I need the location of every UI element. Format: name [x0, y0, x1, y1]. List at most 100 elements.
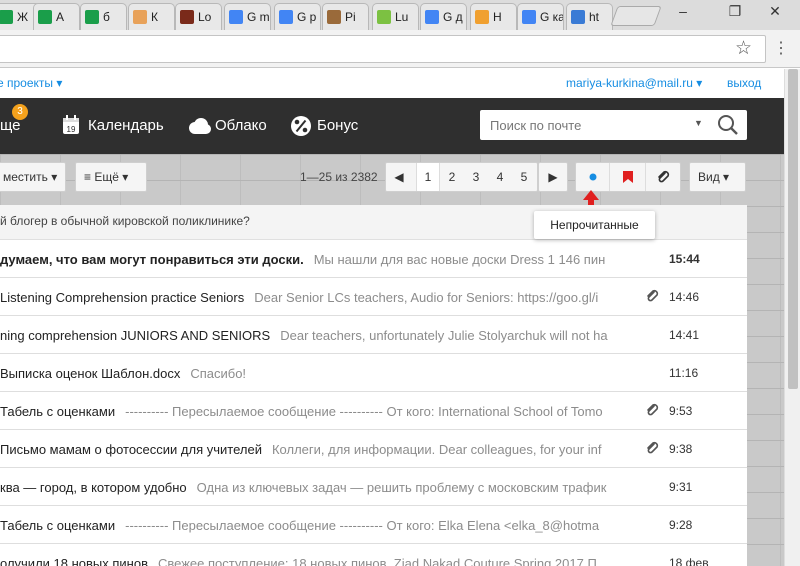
- browser-tab[interactable]: Pi: [322, 3, 369, 30]
- page-5[interactable]: 5: [512, 163, 536, 191]
- cloud-icon: [189, 118, 211, 134]
- nav-cloud-label: Облако: [215, 117, 267, 134]
- page-scrollbar[interactable]: [784, 69, 800, 566]
- google-icon: [425, 10, 439, 24]
- calendar-icon: 19: [63, 115, 79, 134]
- search-icon[interactable]: [716, 114, 740, 136]
- browser-tab[interactable]: G ка: [517, 3, 564, 30]
- message-time: 14:41: [669, 328, 700, 342]
- browser-tab[interactable]: G m: [224, 3, 271, 30]
- message-row[interactable]: Выписка оценок Шаблон.docx Спасибо! 11:16: [0, 354, 747, 392]
- view-button[interactable]: Вид ▾: [689, 162, 746, 192]
- browser-tab-label: G д: [443, 10, 463, 24]
- image-icon: [327, 10, 341, 24]
- nav-cloud[interactable]: Облако: [187, 116, 267, 136]
- message-subject: Табель с оценками: [0, 404, 116, 419]
- unread-filter-button[interactable]: [576, 163, 610, 191]
- browser-tab[interactable]: б: [80, 3, 127, 30]
- url-input[interactable]: ☆: [0, 35, 766, 63]
- browser-tab[interactable]: А: [33, 3, 80, 30]
- browser-tab-label: G p: [297, 10, 317, 24]
- address-bar: ☆ ⋮: [0, 30, 800, 68]
- flagged-filter-button[interactable]: [610, 163, 646, 191]
- message-subject: олучили 18 новых пинов: [0, 556, 148, 566]
- pagination-info: 1—25 из 2382: [300, 170, 378, 184]
- message-time: 9:28: [669, 518, 693, 532]
- message-preview: Табель с оценками ---------- Пересылаемое…: [0, 518, 624, 533]
- close-window-button[interactable]: ✕: [762, 2, 788, 22]
- logout-link[interactable]: выход: [727, 76, 761, 90]
- browser-tab-label: Lu: [395, 10, 409, 24]
- google-icon: [279, 10, 293, 24]
- browser-tab[interactable]: Lo: [175, 3, 222, 30]
- google-icon: [229, 10, 243, 24]
- message-snippet: ---------- Пересылаемое сообщение ------…: [125, 518, 600, 533]
- message-preview: Выписка оценок Шаблон.docx Спасибо!: [0, 366, 624, 381]
- browser-tab-label: ht: [589, 10, 600, 24]
- page-2[interactable]: 2: [440, 163, 464, 191]
- notification-badge: 3: [12, 104, 28, 120]
- nav-calendar[interactable]: 19 Календарь: [62, 115, 164, 136]
- prev-page-icon[interactable]: ◀: [386, 163, 412, 191]
- message-row[interactable]: Listening Comprehension practice Seniors…: [0, 278, 747, 316]
- browser-tab-label: К: [151, 10, 158, 24]
- browser-tab[interactable]: К: [128, 3, 175, 30]
- more-actions-button[interactable]: ≡ Ещё ▾: [75, 162, 147, 192]
- message-subject: ning comprehension JUNIORS AND SENIORS: [0, 328, 271, 343]
- message-row[interactable]: ква — город, в котором удобно Одна из клю…: [0, 468, 747, 506]
- mail-header: ще 3 19 Календарь Облако Бонус Поиск по …: [0, 98, 784, 154]
- attachment-filter-button[interactable]: [646, 163, 680, 191]
- browser-tab-label: б: [103, 10, 110, 24]
- message-row[interactable]: ning comprehension JUNIORS AND SENIORS De…: [0, 316, 747, 354]
- browser-tab-label: Pi: [345, 10, 356, 24]
- message-subject: Выписка оценок Шаблон.docx: [0, 366, 181, 381]
- attachment-icon: [647, 403, 659, 416]
- paperclip-icon: [658, 170, 670, 183]
- message-snippet: Мы нашли для вас новые доски Dress 1 146…: [313, 252, 606, 267]
- page-3[interactable]: 3: [464, 163, 488, 191]
- browser-tab[interactable]: G д: [420, 3, 467, 30]
- page-1[interactable]: 1: [416, 163, 440, 191]
- search-options-chevron-icon[interactable]: ▼: [694, 118, 703, 128]
- page-4[interactable]: 4: [488, 163, 512, 191]
- next-page-icon: ▶: [548, 170, 558, 184]
- browser-menu-icon[interactable]: ⋮: [773, 39, 789, 59]
- browser-tab-label: Ж: [17, 10, 29, 24]
- sheets-icon: [85, 10, 99, 24]
- next-page-button[interactable]: ▶: [538, 162, 568, 192]
- message-snippet: ---------- Пересылаемое сообщение ------…: [125, 404, 603, 419]
- message-time: 9:38: [669, 442, 693, 456]
- ribbon-icon: [133, 10, 147, 24]
- minimize-button[interactable]: –: [670, 2, 696, 22]
- message-preview: Письмо мамам о фотосессии для учителей Ко…: [0, 442, 624, 457]
- nav-bonus[interactable]: Бонус: [290, 116, 358, 136]
- message-time: 11:16: [669, 366, 699, 380]
- scrollbar-thumb[interactable]: [788, 69, 798, 389]
- help-icon: [571, 10, 585, 24]
- message-snippet: Спасибо!: [190, 366, 247, 381]
- search-input[interactable]: [480, 110, 685, 140]
- browser-tab[interactable]: ht: [566, 3, 613, 30]
- projects-menu[interactable]: е проекты ▾: [0, 76, 62, 90]
- message-row[interactable]: Табель с оценками ---------- Пересылаемое…: [0, 392, 747, 430]
- browser-tab[interactable]: G p: [274, 3, 321, 30]
- message-row[interactable]: Письмо мамам о фотосессии для учителей Ко…: [0, 430, 747, 468]
- message-time: 9:31: [669, 480, 693, 494]
- message-row[interactable]: Табель с оценками ---------- Пересылаемое…: [0, 506, 747, 544]
- message-subject: Письмо мамам о фотосессии для учителей: [0, 442, 262, 457]
- message-preview: олучили 18 новых пинов Свежее поступление…: [0, 556, 624, 566]
- move-button[interactable]: местить ▾: [0, 162, 67, 192]
- browser-tab[interactable]: Lu: [372, 3, 419, 30]
- message-row[interactable]: думаем, что вам могут понравиться эти до…: [0, 240, 747, 278]
- message-time: 14:46: [669, 290, 700, 304]
- browser-tab[interactable]: Н: [470, 3, 517, 30]
- restore-button[interactable]: ❐: [722, 2, 748, 22]
- new-tab-button[interactable]: [610, 6, 662, 26]
- message-row[interactable]: олучили 18 новых пинов Свежее поступление…: [0, 544, 747, 566]
- flag-icon: [623, 171, 633, 183]
- bookmark-star-icon[interactable]: ☆: [735, 39, 752, 59]
- unread-tooltip: Непрочитанные: [534, 211, 655, 239]
- percent-icon: [291, 116, 311, 136]
- user-email-menu[interactable]: mariya-kurkina@mail.ru ▾: [566, 76, 702, 90]
- browser-tab-label: Lo: [198, 10, 212, 24]
